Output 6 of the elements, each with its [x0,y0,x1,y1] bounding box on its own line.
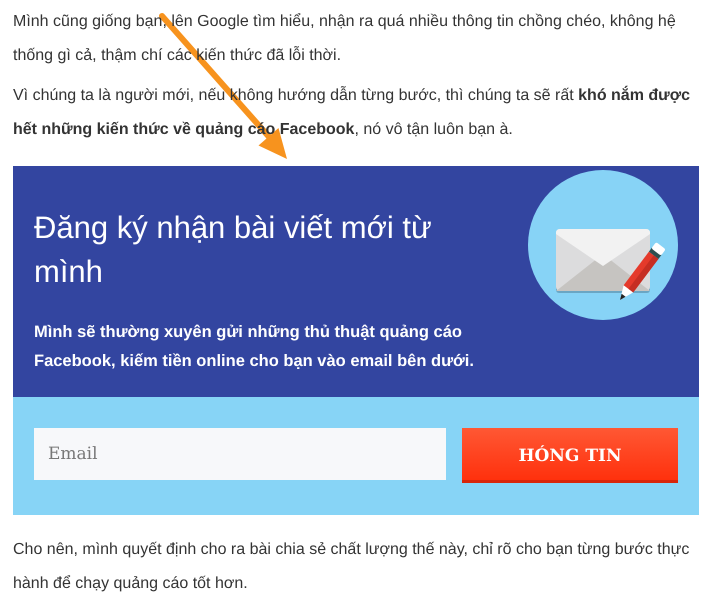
email-input-field[interactable]: Email [34,428,446,480]
signup-description: Mình sẽ thường xuyên gửi những thủ thuật quảng cáo Facebook, kiếm tiền online cho bạn vào email bên dưới. [34,322,475,372]
envelope-with-pencil-icon [528,170,678,320]
signup-title: Đăng ký nhận bài viết mới từ mình [34,209,433,291]
submit-button[interactable]: HÓNG TIN [462,428,678,483]
body-paragraph: Cho nên, mình quyết định cho ra bài chia sẻ chất lượng thế này, chỉ rõ cho bạn từng bước thực hành để chạy quảng cáo tốt hơn. [13,540,690,594]
